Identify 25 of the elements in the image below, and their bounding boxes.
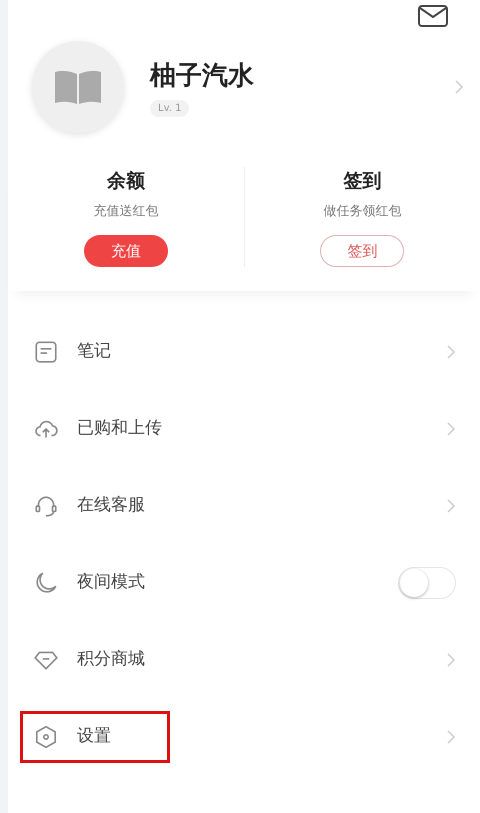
chevron-right-icon bbox=[454, 79, 464, 95]
menu-item[interactable]: 在线客服 bbox=[20, 480, 170, 532]
menu-item[interactable]: 笔记 bbox=[20, 326, 170, 378]
chevron-right-icon bbox=[446, 420, 456, 436]
stat-subtitle: 充值送红包 bbox=[93, 202, 158, 220]
level-badge: Lv. 1 bbox=[150, 100, 190, 117]
settings-icon bbox=[33, 724, 59, 750]
note-icon bbox=[33, 338, 59, 364]
stat-title: 签到 bbox=[343, 169, 382, 194]
user-name: 柚子汽水 bbox=[150, 60, 255, 93]
menu-item[interactable]: 积分商城 bbox=[20, 634, 170, 686]
chevron-right-icon bbox=[446, 498, 456, 514]
check-in-button[interactable]: 签到 bbox=[320, 235, 404, 267]
toggle-switch[interactable] bbox=[398, 566, 456, 598]
recharge-button[interactable]: 充值 bbox=[84, 235, 168, 267]
menu-item[interactable]: 夜间模式 bbox=[20, 556, 170, 608]
stat-subtitle: 做任务领红包 bbox=[323, 202, 402, 220]
menu-item[interactable]: 已购和上传 bbox=[20, 402, 181, 454]
mail-icon[interactable] bbox=[418, 5, 448, 27]
menu-item[interactable]: 设置 bbox=[20, 710, 170, 762]
book-icon bbox=[53, 70, 103, 104]
chevron-right-icon bbox=[446, 652, 456, 668]
stat-title: 余额 bbox=[106, 169, 145, 194]
chevron-right-icon bbox=[446, 344, 456, 360]
chevron-right-icon bbox=[446, 728, 456, 744]
